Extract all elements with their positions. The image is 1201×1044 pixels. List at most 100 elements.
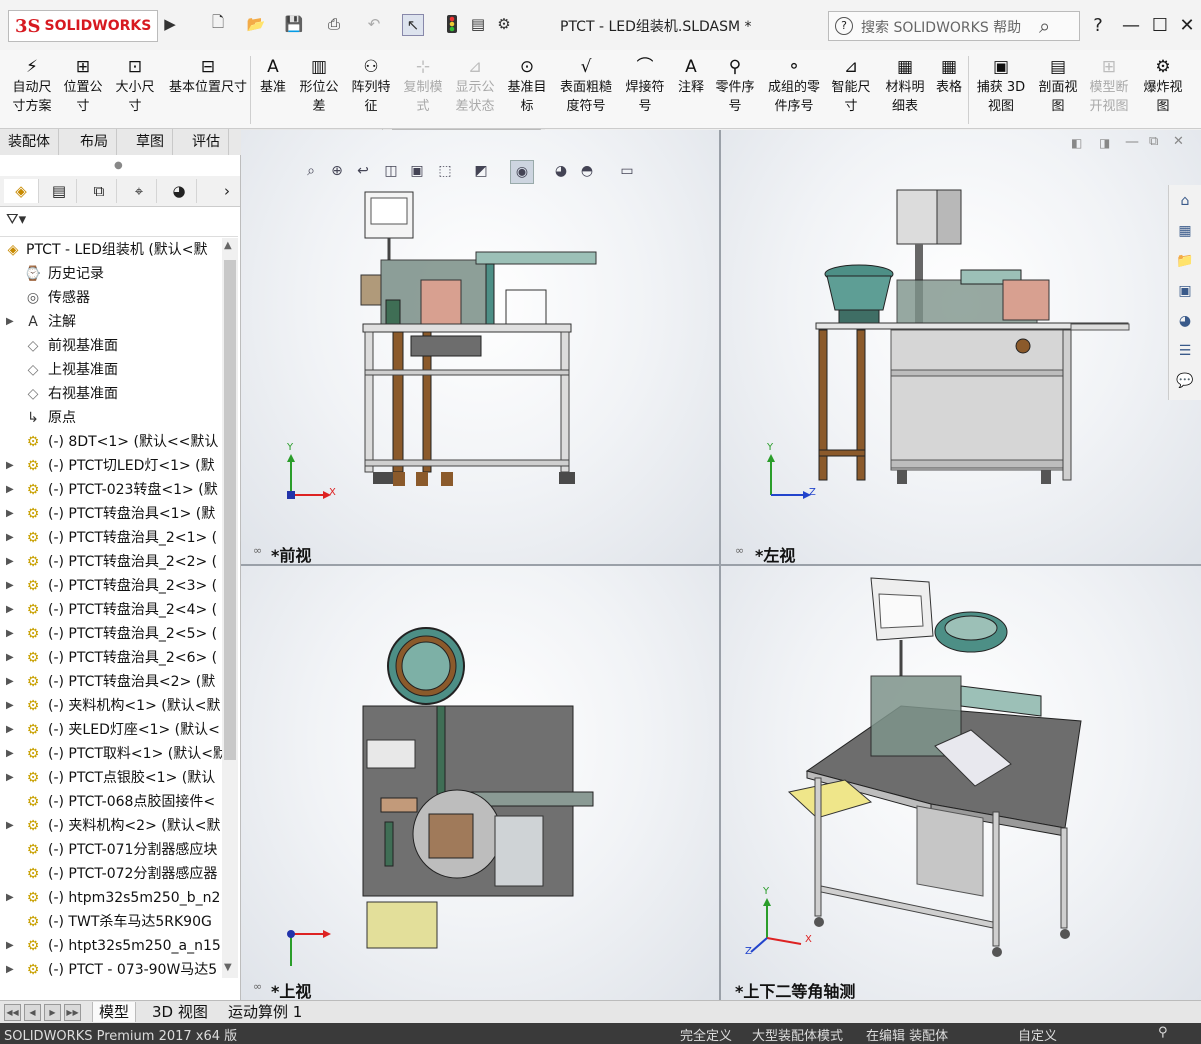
- section-view-icon[interactable]: ◫: [380, 160, 402, 182]
- propertymanager-tab-icon[interactable]: ▤: [42, 179, 77, 203]
- file-properties-icon[interactable]: ▤: [468, 14, 488, 34]
- zoom-to-area-icon[interactable]: ⊕: [326, 160, 348, 182]
- viewport-left[interactable]: Y Z ∞ *左视 ◧ ◨ — ⧉ ✕: [721, 130, 1201, 564]
- tab-1[interactable]: 布局: [72, 129, 117, 155]
- minimize-icon[interactable]: —: [1118, 12, 1144, 38]
- maximize-icon[interactable]: ☐: [1147, 12, 1173, 38]
- ribbon-button-13[interactable]: ⚲ 零件序号: [712, 56, 758, 116]
- custom-properties-icon[interactable]: ☰: [1173, 339, 1197, 363]
- new-file-icon[interactable]: 🗋: [208, 13, 228, 34]
- viewport-next-icon[interactable]: ◨: [1099, 136, 1110, 150]
- ribbon-button-18[interactable]: ▣ 捕获 3D 视图: [975, 56, 1027, 116]
- zoom-to-fit-icon[interactable]: ⌕: [300, 160, 322, 182]
- ribbon-button-16[interactable]: ▦ 材料明 细表: [882, 56, 928, 116]
- expand-arrow-icon[interactable]: ▶: [6, 670, 14, 694]
- viewport-front[interactable]: Y X ∞ *前视: [241, 130, 719, 564]
- ribbon-button-12[interactable]: A 注释: [674, 56, 708, 97]
- panel-grip-icon[interactable]: ●: [114, 160, 123, 171]
- expand-arrow-icon[interactable]: ▶: [6, 598, 14, 622]
- rebuild-traffic-light-icon[interactable]: [442, 14, 462, 34]
- tab-2[interactable]: 草图: [128, 129, 173, 155]
- ribbon-button-20[interactable]: ⊞ 模型断 开视图: [1086, 56, 1132, 116]
- apply-scene-icon[interactable]: ◓: [576, 160, 598, 182]
- status-link-icon[interactable]: ⚲: [1158, 1025, 1168, 1040]
- save-icon[interactable]: 💾: [284, 14, 304, 34]
- viewport-isometric[interactable]: Y X Z *上下二等角轴测: [721, 566, 1201, 1000]
- featuremanager-tab-icon[interactable]: ◈: [4, 179, 39, 203]
- ribbon-button-3[interactable]: ⊟ 基本位置尺寸: [164, 56, 252, 97]
- scroll-down-icon[interactable]: ▼: [224, 962, 232, 973]
- expand-arrow-icon[interactable]: ▶: [6, 478, 14, 502]
- expand-arrow-icon[interactable]: ▶: [6, 766, 14, 790]
- prev-tab-icon[interactable]: ◀: [24, 1004, 41, 1021]
- edit-appearance-icon[interactable]: ◕: [550, 160, 572, 182]
- ribbon-button-2[interactable]: ⊡ 大小尺寸: [112, 56, 158, 116]
- ribbon-button-21[interactable]: ⚙ 爆炸视图: [1140, 56, 1186, 116]
- ribbon-button-19[interactable]: ▤ 剖面视图: [1035, 56, 1081, 116]
- viewport-minimize-icon[interactable]: —: [1125, 134, 1139, 150]
- expand-arrow-icon[interactable]: ▶: [6, 742, 14, 766]
- display-style-icon[interactable]: ◩: [470, 160, 492, 182]
- viewport-prev-icon[interactable]: ◧: [1071, 136, 1082, 150]
- appearances-icon[interactable]: ◕: [1173, 309, 1197, 333]
- filter-icon[interactable]: ⛛▾: [6, 210, 26, 228]
- expand-arrow-icon[interactable]: ▶: [6, 454, 14, 478]
- solidworks-resources-icon[interactable]: ⌂: [1173, 189, 1197, 213]
- ribbon-button-6[interactable]: ⚇ 阵列特征: [348, 56, 394, 116]
- display-manager-tab-icon[interactable]: ◕: [162, 179, 197, 203]
- open-file-icon[interactable]: 📂: [246, 14, 266, 34]
- first-tab-icon[interactable]: ◀◀: [4, 1004, 21, 1021]
- expand-arrow-icon[interactable]: ▶: [6, 502, 14, 526]
- ribbon-button-1[interactable]: ⊞ 位置公寸: [60, 56, 106, 116]
- ribbon-button-4[interactable]: A 基准: [258, 56, 288, 97]
- configurationmanager-tab-icon[interactable]: ⧉: [82, 179, 117, 203]
- viewport-restore-icon[interactable]: ⧉: [1149, 134, 1158, 149]
- ribbon-button-17[interactable]: ▦ 表格: [934, 56, 964, 97]
- help-search-input[interactable]: ? 搜索 SOLIDWORKS 帮助 ⌕: [828, 11, 1080, 41]
- next-tab-icon[interactable]: ▶: [44, 1004, 61, 1021]
- expand-arrow-icon[interactable]: ▶: [6, 646, 14, 670]
- expand-arrow-icon[interactable]: ▶: [6, 550, 14, 574]
- dynamic-annotation-icon[interactable]: ▣: [406, 160, 428, 182]
- bottom-tab-1[interactable]: 3D 视图: [146, 1002, 214, 1022]
- viewport-horizontal-splitter[interactable]: [241, 564, 1201, 566]
- menu-expand-icon[interactable]: ▶: [160, 14, 180, 34]
- expand-arrow-icon[interactable]: ▶: [6, 694, 14, 718]
- bottom-tab-2[interactable]: 运动算例 1: [222, 1002, 308, 1022]
- hide-show-items-icon[interactable]: ◉: [510, 160, 534, 184]
- tab-3[interactable]: 评估: [184, 129, 229, 155]
- scroll-up-icon[interactable]: ▲: [224, 240, 232, 251]
- select-pointer-icon[interactable]: ↖: [402, 14, 424, 36]
- view-palette-icon[interactable]: ▣: [1173, 279, 1197, 303]
- ribbon-button-7[interactable]: ⊹ 复制模式: [400, 56, 446, 116]
- expand-arrow-icon[interactable]: ▶: [6, 622, 14, 646]
- viewport-top[interactable]: ∞ *上视: [241, 566, 719, 1000]
- solidworks-logo[interactable]: 3S SOLIDWORKS: [8, 10, 158, 42]
- expand-arrow-icon[interactable]: ▶: [6, 814, 14, 838]
- expand-arrow-icon[interactable]: ▶: [6, 958, 14, 980]
- undo-icon[interactable]: ↶: [364, 14, 384, 34]
- print-icon[interactable]: ⎙: [324, 14, 344, 34]
- previous-view-icon[interactable]: ↩: [352, 160, 374, 182]
- ribbon-button-9[interactable]: ⊙ 基准目标: [504, 56, 550, 116]
- bottom-tab-0[interactable]: 模型: [92, 1002, 137, 1022]
- file-explorer-icon[interactable]: 📁: [1173, 249, 1197, 273]
- view-settings-icon[interactable]: ▭: [616, 160, 638, 182]
- expand-arrow-icon[interactable]: ▶: [6, 718, 14, 742]
- search-icon[interactable]: ⌕: [1039, 14, 1050, 38]
- panel-more-icon[interactable]: ›: [210, 179, 244, 203]
- viewport-close-icon[interactable]: ✕: [1173, 134, 1184, 149]
- expand-arrow-icon[interactable]: ▶: [6, 574, 14, 598]
- dimxpert-tab-icon[interactable]: ⌖: [122, 179, 157, 203]
- expand-arrow-icon[interactable]: ▶: [6, 886, 14, 910]
- ribbon-button-8[interactable]: ⊿ 显示公 差状态: [452, 56, 498, 116]
- forum-icon[interactable]: 💬: [1173, 369, 1197, 393]
- expand-arrow-icon[interactable]: ▶: [6, 526, 14, 550]
- options-gear-icon[interactable]: ⚙: [494, 14, 514, 34]
- expand-arrow-icon[interactable]: ▶: [6, 934, 14, 958]
- ribbon-button-14[interactable]: ⚬ 成组的零 件序号: [764, 56, 824, 116]
- design-library-icon[interactable]: ▦: [1173, 219, 1197, 243]
- tree-scroll-thumb[interactable]: [224, 260, 236, 760]
- expand-arrow-icon[interactable]: ▶: [6, 310, 14, 334]
- ribbon-button-10[interactable]: √ 表面粗糙 度符号: [556, 56, 616, 116]
